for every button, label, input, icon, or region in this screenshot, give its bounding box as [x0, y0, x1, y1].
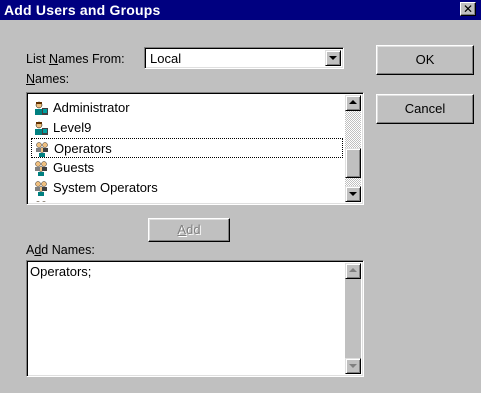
list-item-label: ...	[53, 200, 64, 202]
list-item-label: Administrator	[53, 100, 130, 115]
names-listbox[interactable]: Administrator Level9 Operators Guests Sy…	[26, 92, 364, 205]
group-icon	[36, 201, 46, 202]
list-item[interactable]: System Operators	[31, 178, 343, 198]
add-names-textarea[interactable]: Operators;	[26, 260, 364, 377]
list-item[interactable]: ...	[31, 198, 343, 202]
chevron-down-icon	[329, 56, 337, 60]
add-names-value: Operators;	[30, 264, 92, 279]
access-key: N	[26, 72, 36, 86]
label-part: ames:	[35, 72, 70, 86]
add-names-scrollbar[interactable]	[345, 263, 361, 374]
scroll-down-button[interactable]	[345, 358, 361, 374]
single-user-icon	[35, 101, 48, 115]
combobox-value: Local	[150, 51, 182, 66]
button-label: dd	[186, 222, 201, 237]
add-button[interactable]: Add	[148, 218, 230, 242]
scroll-down-button[interactable]	[345, 186, 361, 202]
list-item-label: Operators	[54, 141, 112, 156]
chevron-up-icon	[349, 268, 357, 272]
ok-button[interactable]: OK	[376, 45, 474, 75]
group-icon	[35, 181, 47, 196]
single-user-icon	[35, 121, 48, 135]
close-icon: ✕	[462, 2, 474, 16]
list-item[interactable]: Guests	[31, 158, 343, 178]
cancel-button[interactable]: Cancel	[376, 94, 474, 124]
list-item-label: System Operators	[53, 180, 158, 195]
window-title: Add Users and Groups	[4, 2, 161, 18]
list-item-focused[interactable]: Operators	[31, 138, 343, 158]
label-part: List	[26, 52, 49, 66]
list-item-label: Guests	[53, 160, 95, 175]
access-key: N	[48, 52, 58, 66]
list-names-from-label: List Names From:	[26, 52, 125, 66]
list-item[interactable]: Administrator	[31, 98, 343, 118]
chevron-down-icon	[349, 192, 357, 196]
chevron-down-icon	[349, 364, 357, 368]
list-item-label: Level9	[53, 120, 92, 135]
group-icon	[36, 142, 48, 157]
close-button[interactable]: ✕	[460, 2, 476, 16]
label-part: ames From:	[57, 52, 125, 66]
chevron-up-icon	[349, 100, 357, 104]
scroll-up-button[interactable]	[345, 95, 361, 111]
scroll-thumb[interactable]	[345, 148, 361, 178]
names-label: Names:	[26, 72, 69, 86]
list-names-from-combobox[interactable]: Local	[144, 47, 344, 69]
list-item[interactable]: Level9	[31, 118, 343, 138]
combobox-dropdown-button[interactable]	[325, 50, 341, 66]
scroll-up-button[interactable]	[345, 263, 361, 279]
names-scrollbar[interactable]	[345, 95, 361, 202]
add-names-label: Add Names:	[26, 243, 95, 257]
label-part: d Names:	[41, 243, 95, 257]
title-bar: Add Users and Groups ✕	[0, 0, 481, 20]
group-icon	[35, 161, 47, 176]
access-key: A	[177, 222, 187, 237]
names-list-viewport: Administrator Level9 Operators Guests Sy…	[29, 95, 361, 202]
